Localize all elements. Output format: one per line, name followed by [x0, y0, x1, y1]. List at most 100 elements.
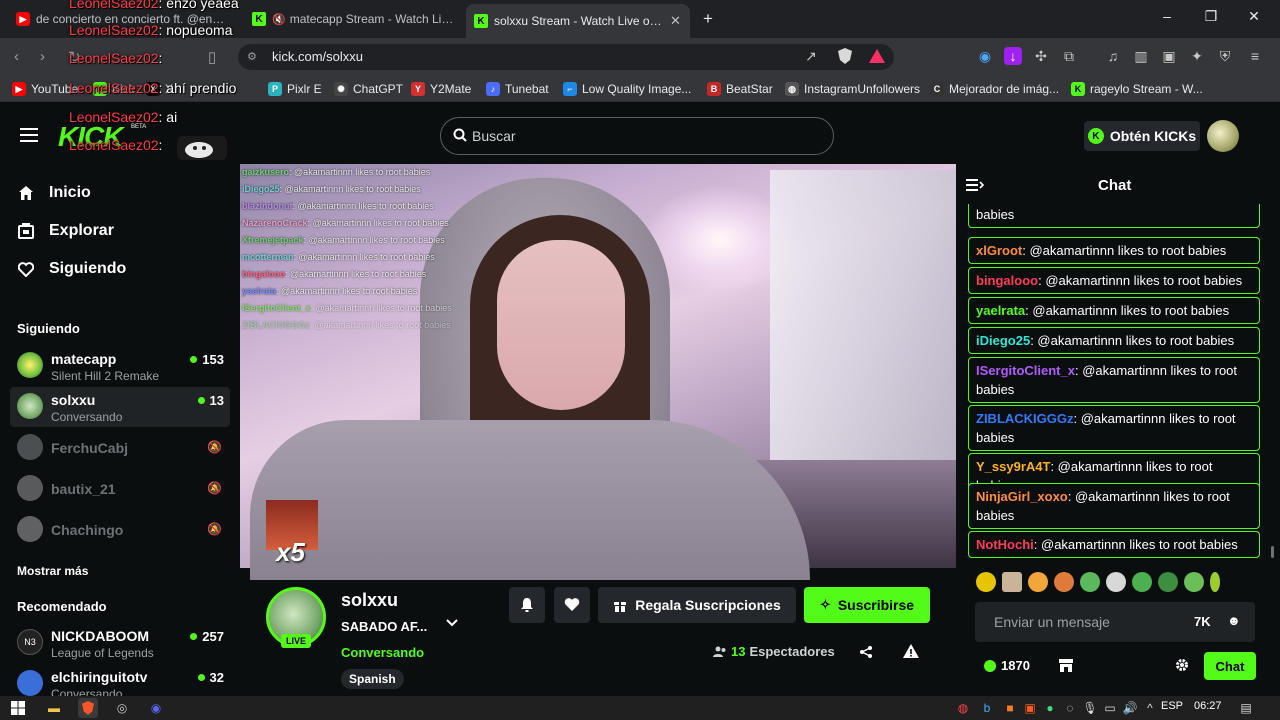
sidebar-channel-chachingo[interactable]: Chachingo 🔕 — [10, 510, 230, 550]
tray-icon-3[interactable]: ■ — [1000, 698, 1020, 718]
tab-matecapp[interactable]: K 🔇 matecapp Stream - Watch Live on Ki — [244, 6, 462, 32]
chat-scrollbar[interactable] — [1271, 546, 1274, 558]
chat-username[interactable]: yaelrata — [976, 303, 1025, 318]
emote-minion-icon[interactable] — [976, 572, 996, 592]
subscribe-button[interactable]: ✧ Suscribirse — [804, 587, 930, 623]
network-icon[interactable]: ▭ — [1100, 698, 1120, 718]
emote-pepe-icon[interactable] — [1080, 572, 1100, 592]
emoji-icon[interactable]: ☻ — [1227, 613, 1241, 628]
tray-icon-2[interactable]: b — [977, 698, 997, 718]
sidebar-channel-solxxu[interactable]: solxxu Conversando 13 — [10, 387, 230, 427]
chat-username[interactable]: iDiego25 — [976, 333, 1030, 348]
sidebar-channel-bautix[interactable]: bautix_21 🔕 — [10, 469, 230, 509]
bookmark-icon[interactable]: ▯ — [208, 48, 216, 66]
tray-icon-4[interactable]: ▣ — [1020, 698, 1040, 718]
extension-screen-icon[interactable]: ⧉ — [1060, 47, 1078, 65]
extension-download-icon[interactable]: ↓ — [1004, 47, 1022, 65]
url-text[interactable]: kick.com/solxxu — [272, 49, 363, 64]
chat-username[interactable]: ZIBLACKIGGGz — [976, 411, 1074, 426]
channel-name[interactable]: solxxu — [341, 590, 398, 611]
chat-username[interactable]: ISergitoClient_x — [976, 363, 1075, 378]
tab-solxxu[interactable]: K solxxu Stream - Watch Live on Ki ✕ — [466, 4, 690, 38]
sidebar-channel-nickdaboom[interactable]: N3 NICKDABOOM League of Legends 257 — [10, 623, 230, 663]
new-tab-icon[interactable]: + — [703, 9, 713, 29]
extensions-puzzle-icon[interactable]: ✣ — [1032, 47, 1050, 65]
brave-browser-icon[interactable] — [78, 698, 98, 718]
notifications-button[interactable] — [509, 587, 545, 623]
stream-category[interactable]: Conversando — [341, 645, 424, 660]
close-tab-icon[interactable]: ✕ — [670, 13, 681, 29]
nav-inicio[interactable]: Inicio — [17, 184, 91, 202]
report-warning-icon[interactable] — [903, 644, 919, 658]
bookmark-pixlr[interactable]: P Pixlr E — [268, 82, 322, 96]
minimize-icon[interactable]: – — [1155, 8, 1179, 24]
leo-ai-icon[interactable]: ✦ — [1188, 47, 1206, 65]
taskbar-language[interactable]: ESP — [1161, 700, 1183, 712]
bookmark-rageylo[interactable]: Krageylo Stream - W... — [1071, 82, 1203, 96]
nav-explorar[interactable]: Explorar — [17, 222, 114, 240]
extension-audio-icon[interactable]: ◉ — [976, 47, 994, 65]
language-tag[interactable]: Spanish — [341, 669, 404, 689]
channel-points[interactable]: 1870 — [984, 658, 1030, 673]
emote-small-icon[interactable] — [1210, 572, 1220, 592]
file-explorer-icon[interactable]: ▬ — [44, 698, 64, 718]
bookmark-beatstar[interactable]: B BeatStar — [707, 82, 773, 96]
notifications-icon[interactable]: ▤ — [1236, 698, 1256, 718]
nav-siguiendo[interactable]: Siguiendo — [17, 260, 126, 278]
bookmark-y2mate[interactable]: Y Y2Mate — [411, 82, 471, 96]
forward-icon[interactable]: › — [40, 48, 45, 65]
chat-username[interactable]: NinjaGirl_xoxo — [976, 489, 1068, 504]
sidebar-channel-matecapp[interactable]: matecapp Silent Hill 2 Remake 153 — [10, 346, 230, 386]
chat-username[interactable]: xlGroot — [976, 243, 1022, 258]
collapse-chat-icon[interactable] — [966, 178, 984, 192]
chat-username[interactable]: Y_ssy9rA4T — [976, 459, 1050, 474]
kick-emote-icon[interactable]: 7K — [1194, 614, 1211, 629]
emote-gigachad-icon[interactable] — [1054, 572, 1074, 592]
chat-username[interactable]: bingalooo — [976, 273, 1038, 288]
sidebar-toggle-icon[interactable]: ▥ — [1132, 47, 1150, 65]
brave-shield-icon[interactable] — [836, 47, 854, 65]
tray-icon-1[interactable]: ◍ — [953, 698, 973, 718]
vpn-shield-icon[interactable]: ⛨ — [1216, 47, 1234, 65]
chevron-down-icon[interactable] — [446, 619, 458, 627]
send-chat-button[interactable]: Chat — [1204, 652, 1256, 680]
bookmark-mejorador[interactable]: C Mejorador de imág... — [930, 82, 1059, 96]
bookmark-tunebat[interactable]: ♪ Tunebat — [486, 82, 549, 96]
windows-start-icon[interactable] — [8, 698, 28, 718]
show-more-link[interactable]: Mostrar más — [17, 564, 88, 578]
back-icon[interactable]: ‹ — [14, 48, 19, 65]
microphone-icon[interactable]: 🎙 — [1080, 698, 1100, 718]
emote-pepe-hat-icon[interactable] — [1158, 572, 1178, 592]
menu-icon[interactable]: ≡ — [1246, 47, 1264, 65]
wallet-icon[interactable]: ▣ — [1160, 47, 1178, 65]
settings-gear-icon[interactable] — [1175, 658, 1189, 672]
sidebar-channel-ferchucabj[interactable]: FerchuCabj 🔕 — [10, 428, 230, 468]
bookmark-low-quality[interactable]: ⌐ Low Quality Image... — [563, 82, 691, 96]
brave-rewards-icon[interactable] — [868, 47, 886, 65]
bookmark-instagram-unfollowers[interactable]: ◍ InstagramUnfollowers — [785, 82, 920, 96]
emote-face-icon[interactable] — [1002, 572, 1022, 592]
music-icon[interactable]: ♫ — [1104, 47, 1122, 65]
gift-subs-button[interactable]: Regala Suscripciones — [598, 587, 796, 623]
close-window-icon[interactable]: ✕ — [1242, 8, 1266, 25]
bookmark-chatgpt[interactable]: ✺ ChatGPT — [334, 82, 403, 96]
sidebar-channel-elchiringuitotv[interactable]: elchiringuitotv Conversando 32 — [10, 664, 230, 696]
get-kicks-button[interactable]: K Obtén KICKs — [1084, 121, 1200, 151]
store-icon[interactable] — [1058, 658, 1074, 673]
chat-username[interactable]: NotHochi — [976, 537, 1034, 552]
share-icon[interactable]: ↗ — [802, 47, 820, 65]
emote-ok-icon[interactable] — [1028, 572, 1048, 592]
tray-icon-6[interactable]: ◌ — [1060, 698, 1080, 718]
tray-icon-5[interactable]: ● — [1040, 698, 1060, 718]
chevron-up-icon[interactable]: ^ — [1140, 698, 1160, 718]
site-info-icon[interactable]: ⚙ — [247, 50, 257, 63]
share-icon[interactable] — [859, 645, 873, 659]
restore-icon[interactable]: ❐ — [1199, 8, 1223, 25]
discord-icon[interactable]: ◉ — [146, 698, 166, 718]
muted-speaker-icon[interactable]: 🔇 — [272, 13, 286, 26]
emote-skull-icon[interactable] — [1106, 572, 1126, 592]
taskbar-clock[interactable]: 06:27 — [1194, 700, 1222, 712]
github-desktop-icon[interactable]: ◎ — [112, 698, 132, 718]
emote-pepe-think-icon[interactable] — [1184, 572, 1204, 592]
volume-icon[interactable]: 🔊 — [1120, 698, 1140, 718]
